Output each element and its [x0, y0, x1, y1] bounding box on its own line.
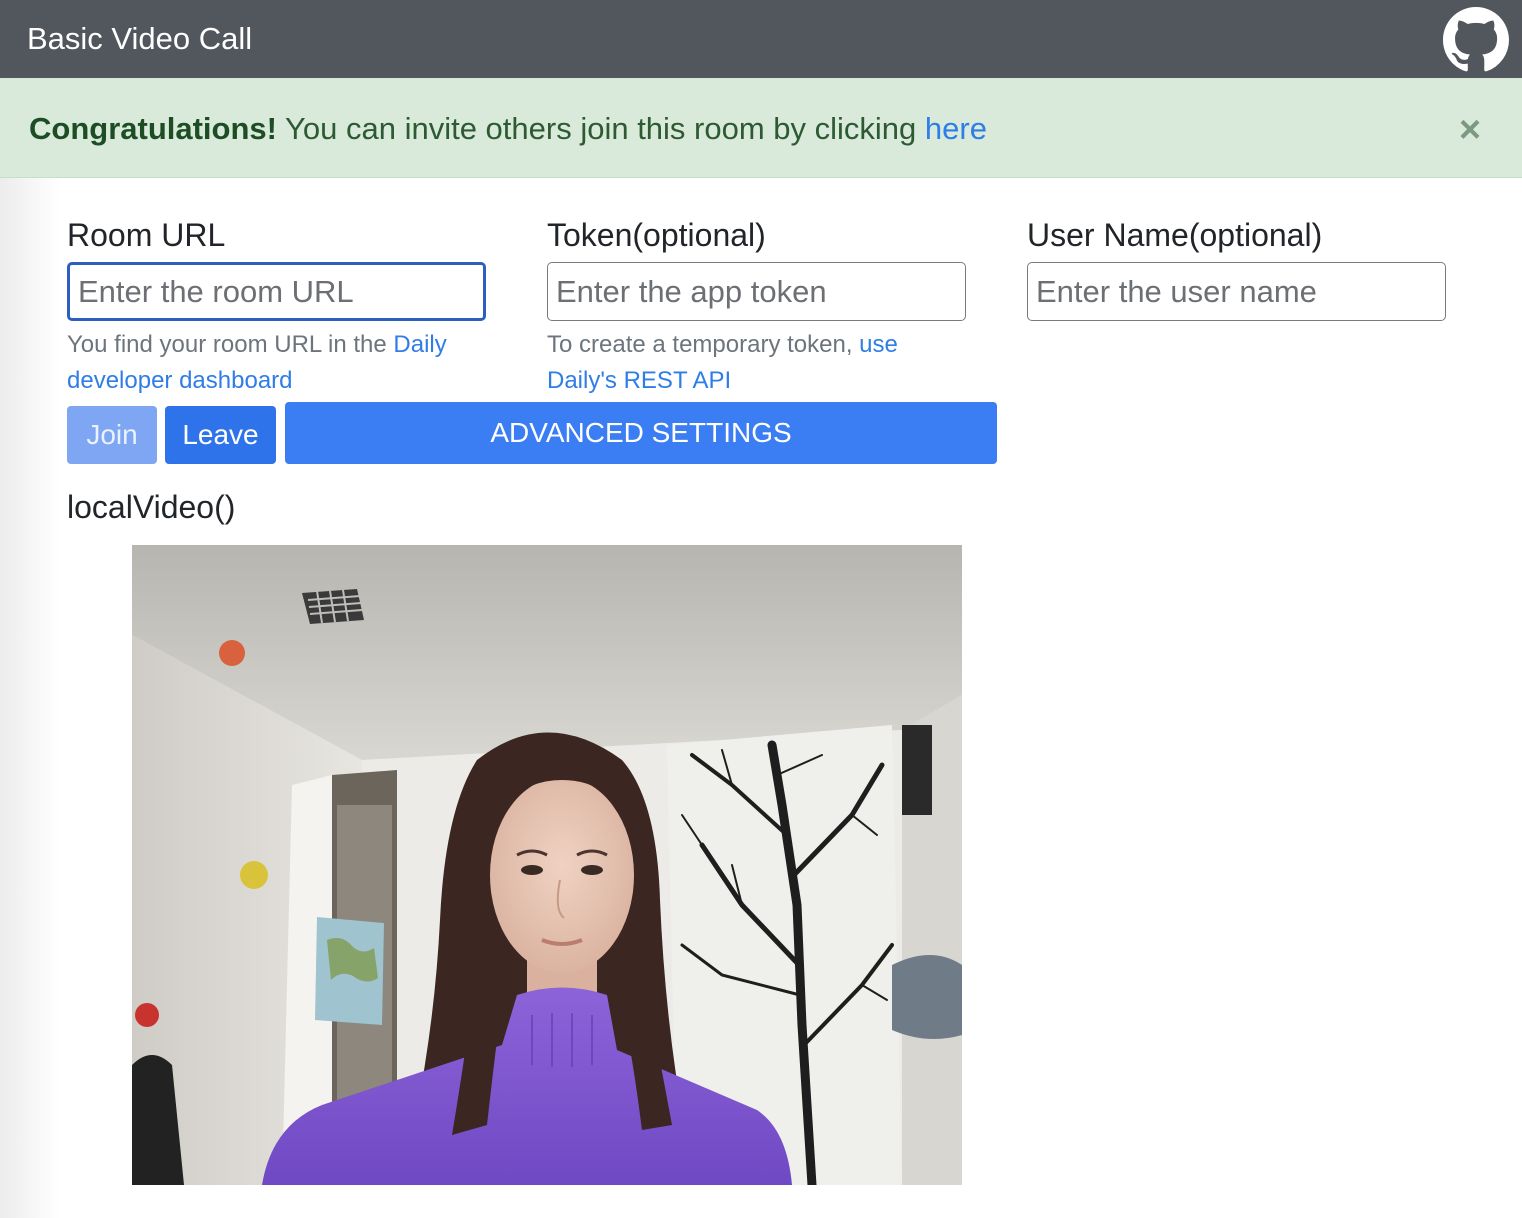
token-help-text: To create a temporary token,: [547, 331, 860, 358]
leave-button[interactable]: Leave: [165, 406, 276, 464]
alert-strong: Congratulations!: [29, 111, 277, 146]
user-name-label: User Name(optional): [1027, 217, 1323, 253]
token-input[interactable]: [547, 262, 966, 321]
alert-message: Congratulations! You can invite others j…: [29, 110, 987, 148]
room-url-label: Room URL: [67, 217, 226, 253]
local-video: [132, 545, 962, 1185]
join-button[interactable]: Join: [67, 406, 157, 464]
success-alert: Congratulations! You can invite others j…: [0, 78, 1522, 178]
token-label: Token(optional): [547, 217, 766, 253]
page-side-shade: [0, 178, 60, 1218]
user-name-input[interactable]: [1027, 262, 1446, 321]
room-url-help-text: You find your room URL in the: [67, 331, 394, 358]
navbar: Basic Video Call: [0, 0, 1522, 78]
room-url-help: You find your room URL in the Daily deve…: [67, 327, 487, 399]
token-help: To create a temporary token, use Daily's…: [547, 327, 967, 399]
room-url-input[interactable]: [67, 262, 486, 321]
close-icon[interactable]: ×: [1452, 111, 1488, 149]
local-video-label: localVideo(): [67, 489, 236, 525]
advanced-settings-button[interactable]: ADVANCED SETTINGS: [285, 402, 997, 464]
app-title: Basic Video Call: [27, 21, 253, 56]
github-icon[interactable]: [1443, 7, 1509, 73]
invite-link[interactable]: here: [925, 111, 987, 146]
alert-text: You can invite others join this room by …: [277, 111, 925, 146]
